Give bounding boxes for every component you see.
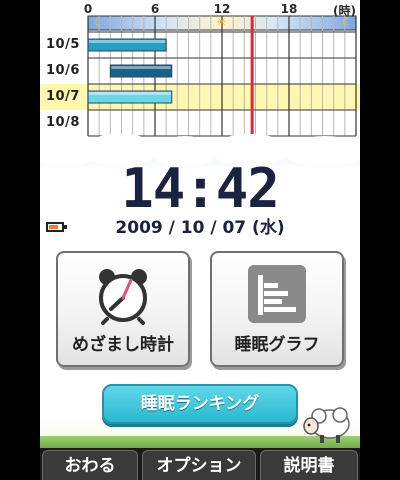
hour-tick-label: 0 xyxy=(83,2,93,16)
alarm-clock-label: めざまし時計 xyxy=(72,335,174,355)
sleep-chart: 0 6 12 18 (時) 10/5 10/6 10/7 10/8 ☾ ☀ ☾ xyxy=(40,0,360,144)
sleep-bar-shine xyxy=(89,92,171,95)
day-label: 10/5 xyxy=(46,37,80,52)
sleep-ranking-button[interactable]: 睡眠ランキング xyxy=(102,384,298,424)
bar-graph-icon xyxy=(248,265,306,323)
app-screen: 0 6 12 18 (時) 10/5 10/6 10/7 10/8 ☾ ☀ ☾ 14:42 2009 … xyxy=(40,0,360,480)
day-label: 10/6 xyxy=(46,63,80,78)
hour-tick-label: 18 xyxy=(280,2,298,16)
current-time-line xyxy=(250,16,254,136)
alarm-clock-icon xyxy=(99,269,147,325)
day-label: 10/7 xyxy=(46,89,80,104)
options-tab[interactable]: オプション xyxy=(142,450,256,480)
current-date: 2009 / 10 / 07 (水) xyxy=(115,218,285,238)
current-time: 14:42 xyxy=(121,157,280,220)
sleep-chart-canvas xyxy=(40,15,360,137)
alarm-clock-button[interactable]: めざまし時計 xyxy=(56,251,190,367)
hour-tick-label: 12 xyxy=(213,2,231,16)
crescent-moon-icon: ☾ xyxy=(342,15,353,29)
sheep-icon xyxy=(303,407,350,443)
manual-tab[interactable]: 説明書 xyxy=(260,450,358,480)
sleep-graph-label: 睡眠グラフ xyxy=(234,335,320,355)
quit-tab[interactable]: おわる xyxy=(42,450,138,480)
crescent-moon-icon: ☾ xyxy=(94,15,105,29)
sleep-bar-shine xyxy=(89,40,166,43)
sun-icon: ☀ xyxy=(216,15,227,29)
sleep-graph-button[interactable]: 睡眠グラフ xyxy=(210,251,344,367)
day-label: 10/8 xyxy=(46,115,80,130)
bottom-tab-bar: おわる オプション 説明書 xyxy=(40,448,360,480)
sleep-bar-shine xyxy=(111,66,171,69)
hour-tick-label: 6 xyxy=(150,2,160,16)
